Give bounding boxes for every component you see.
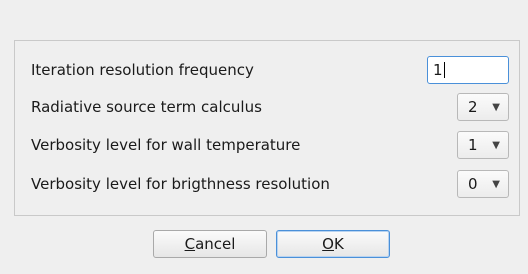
text-caret xyxy=(443,62,445,78)
ok-button[interactable]: OK xyxy=(276,230,390,258)
chevron-down-icon: ▼ xyxy=(492,178,500,190)
row-radiative-source-term: Radiative source term calculus 2 ▼ xyxy=(31,92,509,122)
row-iteration-resolution-frequency: Iteration resolution frequency 1 xyxy=(31,55,509,85)
iteration-resolution-frequency-input[interactable]: 1 xyxy=(427,56,509,84)
chevron-down-icon: ▼ xyxy=(492,101,500,113)
ok-mnemonic: O xyxy=(322,235,334,253)
verbosity-wall-temperature-value: 1 xyxy=(468,136,478,154)
iteration-resolution-frequency-label: Iteration resolution frequency xyxy=(31,61,254,79)
cancel-label-rest: ancel xyxy=(195,235,236,253)
ok-label-rest: K xyxy=(333,235,344,253)
radiative-source-term-label: Radiative source term calculus xyxy=(31,98,262,116)
verbosity-brightness-resolution-select[interactable]: 0 ▼ xyxy=(457,170,509,198)
verbosity-brightness-resolution-value: 0 xyxy=(468,175,478,193)
chevron-down-icon: ▼ xyxy=(492,139,500,151)
cancel-button[interactable]: Cancel xyxy=(153,230,267,258)
radiative-source-term-value: 2 xyxy=(468,98,478,116)
verbosity-brightness-resolution-label: Verbosity level for brigthness resolutio… xyxy=(31,175,330,193)
verbosity-wall-temperature-label: Verbosity level for wall temperature xyxy=(31,136,301,154)
row-verbosity-brightness-resolution: Verbosity level for brigthness resolutio… xyxy=(31,169,509,199)
iteration-resolution-frequency-value: 1 xyxy=(433,61,443,79)
cancel-mnemonic: C xyxy=(184,235,196,253)
radiative-source-term-select[interactable]: 2 ▼ xyxy=(457,93,509,121)
verbosity-wall-temperature-select[interactable]: 1 ▼ xyxy=(457,131,509,159)
settings-panel: Iteration resolution frequency 1 Radiati… xyxy=(14,40,520,216)
row-verbosity-wall-temperature: Verbosity level for wall temperature 1 ▼ xyxy=(31,130,509,160)
